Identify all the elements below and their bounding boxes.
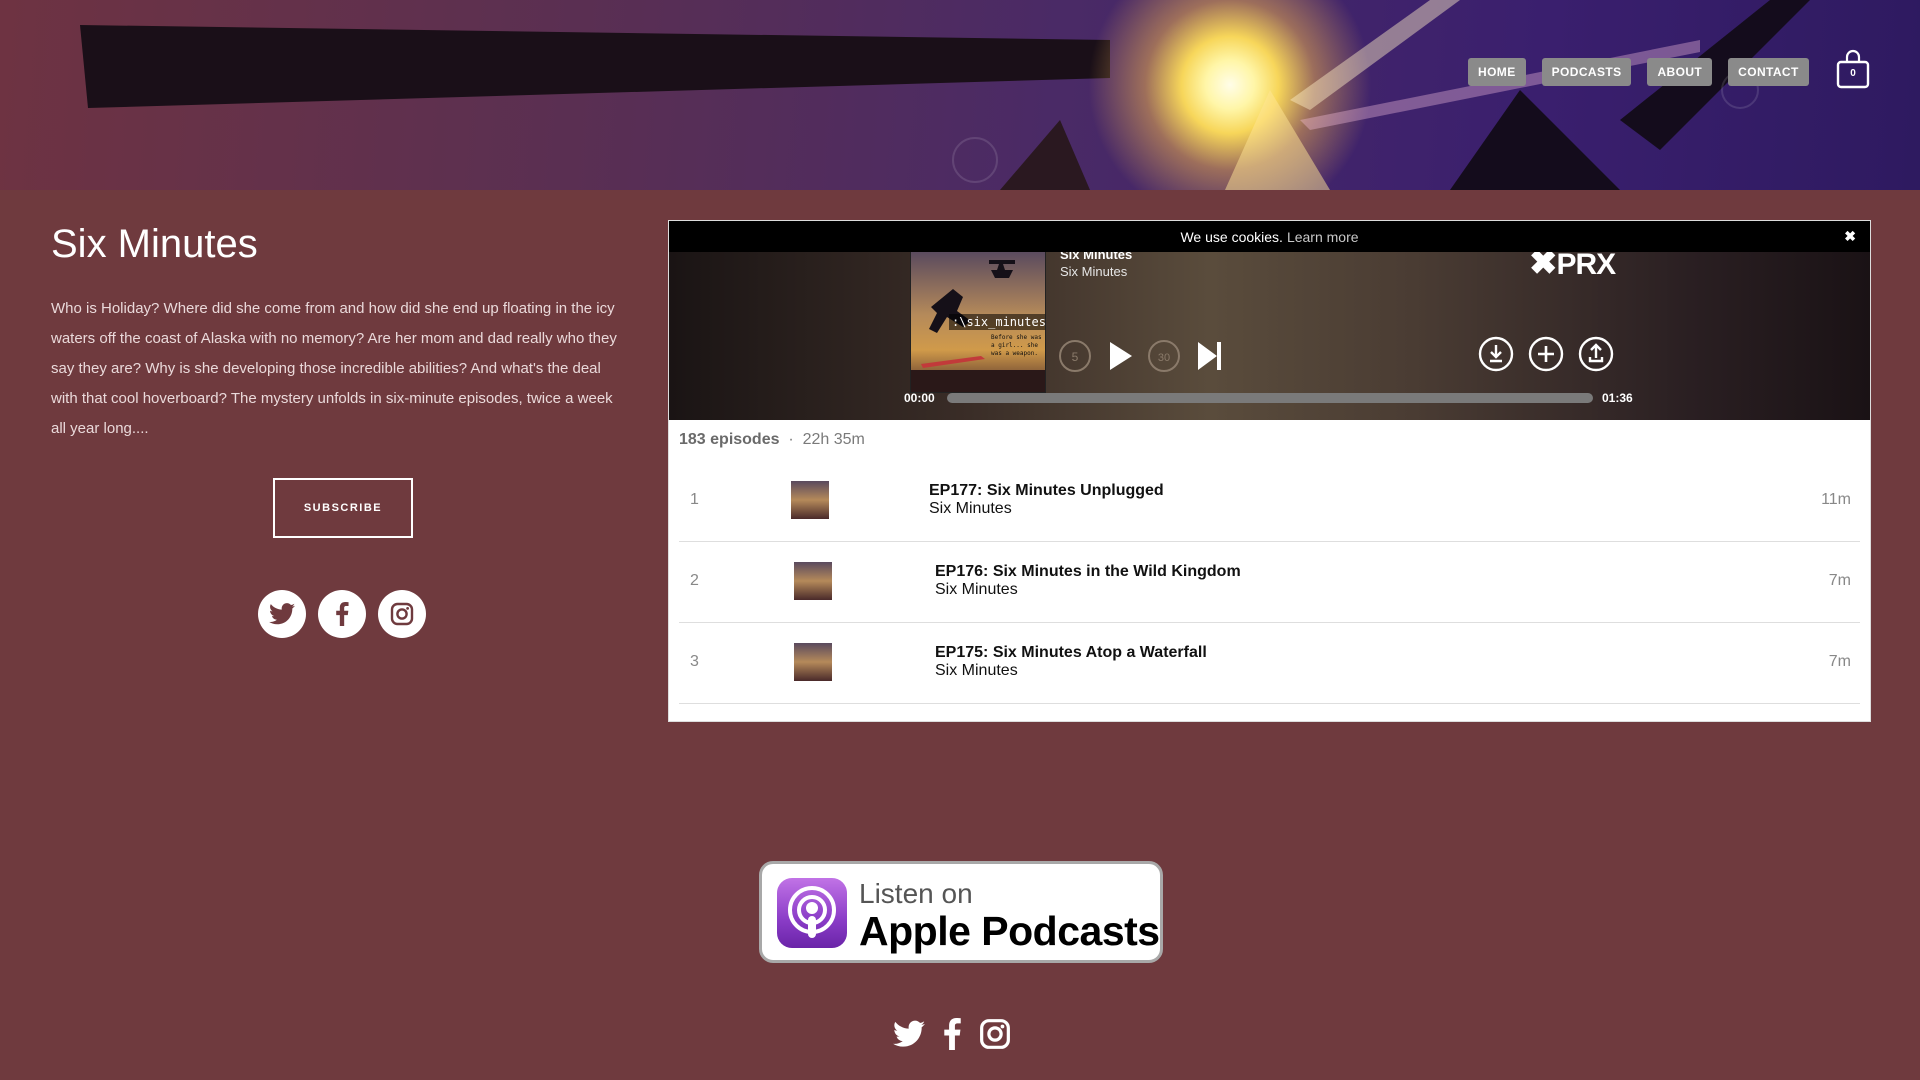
instagram-icon [390,602,414,626]
header-banner: HOME PODCASTS ABOUT CONTACT 0 [0,0,1920,190]
nav-contact[interactable]: CONTACT [1728,58,1809,86]
nav-about[interactable]: ABOUT [1647,58,1713,86]
subscribe-button[interactable]: SUBSCRIBE [273,478,413,538]
episode-row-3[interactable]: 3 EP175: Six Minutes Atop a Waterfall Si… [679,623,1860,704]
cookie-learn-more-link[interactable]: Learn more [1287,229,1359,245]
download-icon[interactable] [1478,336,1514,372]
episode-title: EP176: Six Minutes in the Wild Kingdom [935,563,1241,580]
episode-show: Six Minutes [935,581,1018,598]
cookie-banner: We use cookies. Learn more ✖ [669,221,1870,252]
cover-title-text: :\six_minutes [949,314,1045,330]
twitter-icon [269,603,295,625]
main-nav: HOME PODCASTS ABOUT CONTACT [1468,58,1809,86]
footer-social-links [893,1018,1011,1050]
skip-forward-30-icon[interactable]: 30 [1147,339,1181,373]
facebook-icon[interactable] [943,1018,961,1050]
current-time: 00:00 [904,391,935,405]
episode-duration: 7m [1828,653,1851,670]
apple-podcasts-badge[interactable]: Listen on Apple Podcasts [759,861,1163,963]
add-icon[interactable] [1528,336,1564,372]
badge-line-1: Listen on [859,878,973,909]
instagram-link[interactable] [378,590,426,638]
now-playing-show: Six Minutes [1060,264,1128,279]
share-icon[interactable] [1578,336,1614,372]
apple-podcasts-icon [777,878,847,948]
episode-duration: 11m [1821,491,1851,508]
cart-button[interactable]: 0 [1836,48,1870,90]
episode-title: EP177: Six Minutes Unplugged [929,482,1164,499]
nav-home[interactable]: HOME [1468,58,1526,86]
episode-row-1[interactable]: 1 EP177: Six Minutes Unplugged Six Minut… [679,461,1860,542]
play-icon[interactable] [1105,339,1135,373]
facebook-icon [336,602,349,626]
summary-separator: · [788,431,794,448]
episode-row-2[interactable]: 2 EP176: Six Minutes in the Wild Kingdom… [679,542,1860,623]
cookie-close-icon[interactable]: ✖ [1844,228,1856,245]
total-time: 01:36 [1602,391,1633,405]
badge-line-2: Apple Podcasts [859,908,1160,954]
episode-count: 183 episodes [679,431,780,448]
episode-duration: 7m [1828,572,1851,589]
skip-back-label: 5 [1072,350,1079,364]
show-description: Who is Holiday? Where did she come from … [51,300,617,437]
twitter-icon[interactable] [893,1020,925,1048]
podcast-antenna-glyph [788,886,836,938]
total-duration: 22h 35m [802,431,865,448]
nav-podcasts[interactable]: PODCASTS [1541,58,1632,86]
episode-thumbnail [794,643,832,681]
next-track-icon[interactable] [1195,339,1225,373]
episode-thumbnail [794,562,832,600]
skip-forward-label: 30 [1158,352,1170,364]
episode-number: 1 [690,491,699,508]
podcast-player: :\six_minutes Before she was a girl... s… [669,221,1870,721]
episode-cover-art: :\six_minutes Before she was a girl... s… [910,251,1046,393]
skip-back-5-icon[interactable]: 5 [1058,339,1092,373]
progress-bar[interactable] [947,393,1593,403]
prx-logo-text: PRX [1556,248,1617,281]
episode-show: Six Minutes [929,500,1012,517]
facebook-link[interactable] [318,590,366,638]
page-title: Six Minutes [51,222,258,266]
episode-title: EP175: Six Minutes Atop a Waterfall [935,644,1207,661]
cover-tagline: Before she was a girl... she was a weapo… [991,334,1042,357]
social-links [258,590,426,638]
twitter-link[interactable] [258,590,306,638]
episode-thumbnail [791,481,829,519]
hero-rays [952,0,1810,190]
episode-show: Six Minutes [935,662,1018,679]
cookie-text: We use cookies. [1180,228,1283,245]
cart-count: 0 [1850,68,1856,79]
episode-number: 2 [690,572,699,589]
instagram-icon[interactable] [979,1018,1011,1050]
episode-number: 3 [690,653,699,670]
episode-summary: 183 episodes · 22h 35m [679,431,865,449]
episode-list: 1 EP177: Six Minutes Unplugged Six Minut… [679,461,1860,704]
